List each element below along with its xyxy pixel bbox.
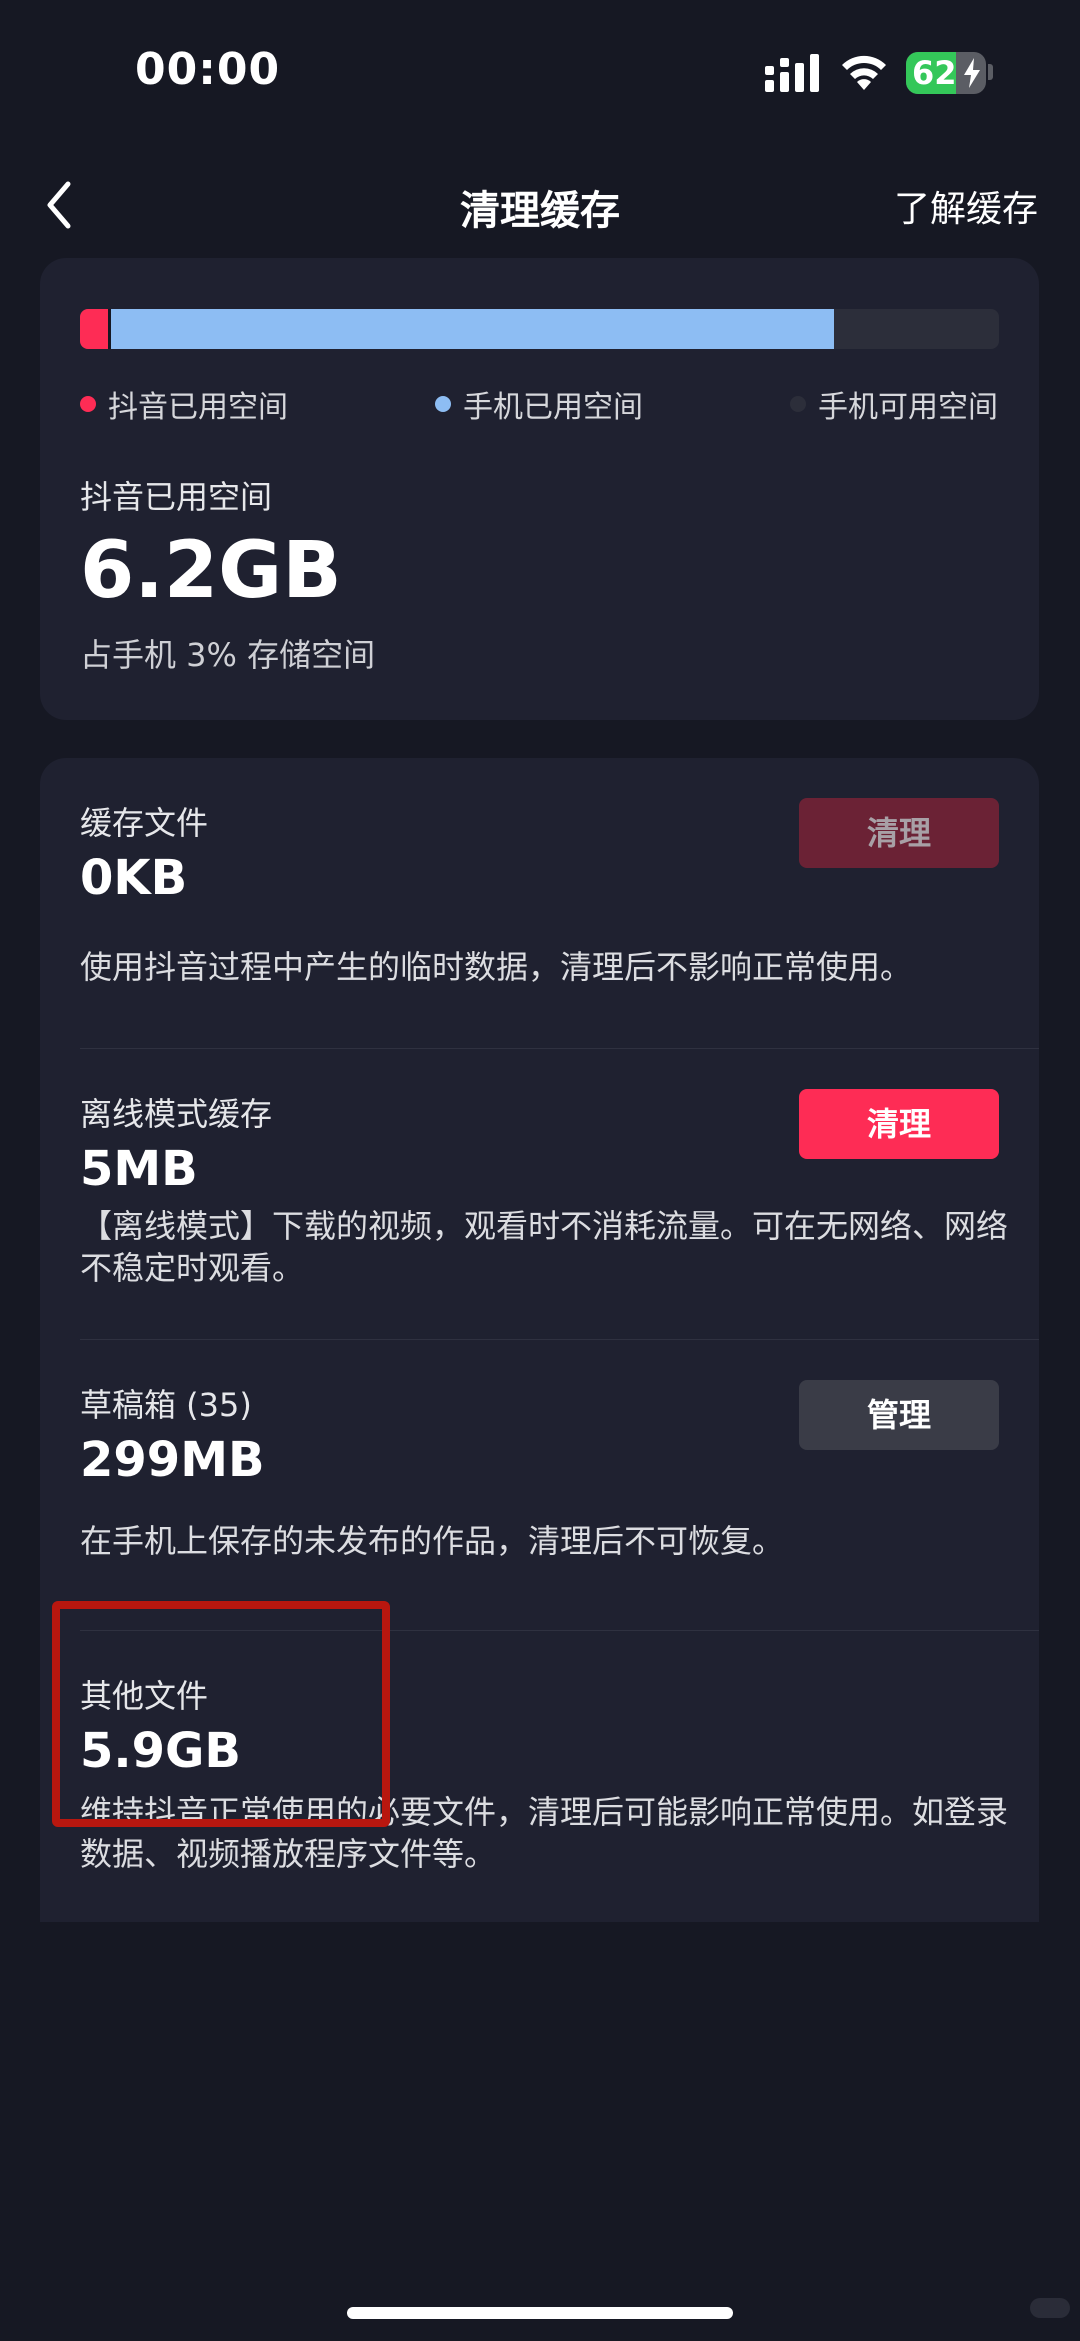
storage-value: 6.2GB	[80, 526, 342, 616]
learn-cache-link[interactable]: 了解缓存	[894, 180, 1038, 232]
charging-bolt-icon	[964, 58, 980, 88]
item-title: 草稿箱 (35)	[80, 1386, 252, 1424]
battery-icon: 62	[906, 52, 986, 94]
item-size: 299MB	[80, 1432, 265, 1488]
nav-bar: 清理缓存 了解缓存	[0, 150, 1080, 260]
legend-phone-free: 手机可用空间	[790, 382, 998, 426]
screen: 00:00 62 清理缓存 了解缓存 抖音已用空间 手机已用空间 手机可用空间 …	[0, 0, 1080, 2341]
storage-label: 抖音已用空间	[80, 478, 273, 516]
legend-label-phone-free: 手机可用空间	[818, 390, 998, 425]
legend-label-phone-used: 手机已用空间	[463, 390, 643, 425]
item-title: 离线模式缓存	[80, 1095, 273, 1133]
storage-caption: 占手机 3% 存储空间	[80, 636, 376, 674]
battery-nub	[988, 64, 993, 80]
home-indicator	[347, 2307, 733, 2319]
annotation-highlight-box	[52, 1601, 390, 1827]
storage-summary-card: 抖音已用空间 手机已用空间 手机可用空间 抖音已用空间 6.2GB 占手机 3%…	[40, 258, 1039, 720]
legend-dot-phone-free	[790, 396, 806, 412]
item-size: 0KB	[80, 850, 188, 906]
wifi-icon	[842, 55, 886, 90]
clear-cache-button[interactable]: 清理	[799, 798, 999, 868]
battery-level-text: 62	[912, 54, 957, 92]
item-description: 使用抖音过程中产生的临时数据，清理后不影响正常使用。	[80, 948, 913, 986]
signal-icon	[765, 54, 819, 92]
storage-usage-bar	[80, 309, 999, 349]
item-description: 【离线模式】下载的视频，观看时不消耗流量。可在无网络、网络不稳定时观看。	[80, 1207, 1009, 1287]
clear-offline-cache-button[interactable]: 清理	[799, 1089, 999, 1159]
legend-app-used: 抖音已用空间	[80, 382, 288, 426]
list-item-cache-files: 缓存文件 0KB 清理 使用抖音过程中产生的临时数据，清理后不影响正常使用。	[40, 758, 1039, 1048]
app-used-segment	[80, 309, 108, 349]
legend-phone-used: 手机已用空间	[435, 382, 643, 426]
status-time: 00:00	[135, 44, 281, 95]
list-item-offline-cache: 离线模式缓存 5MB 清理 【离线模式】下载的视频，观看时不消耗流量。可在无网络…	[40, 1049, 1039, 1339]
item-title: 缓存文件	[80, 804, 209, 842]
legend-dot-app-used	[80, 396, 96, 412]
legend-dot-phone-used	[435, 396, 451, 412]
phone-used-segment	[107, 309, 834, 349]
list-item-drafts: 草稿箱 (35) 299MB 管理 在手机上保存的未发布的作品，清理后不可恢复。	[40, 1340, 1039, 1630]
manage-drafts-button[interactable]: 管理	[799, 1380, 999, 1450]
item-size: 5MB	[80, 1141, 198, 1197]
item-description: 在手机上保存的未发布的作品，清理后不可恢复。	[80, 1522, 785, 1560]
legend-label-app-used: 抖音已用空间	[108, 390, 288, 425]
status-bar: 00:00 62	[0, 0, 1080, 150]
watermark-badge	[1030, 2298, 1070, 2318]
